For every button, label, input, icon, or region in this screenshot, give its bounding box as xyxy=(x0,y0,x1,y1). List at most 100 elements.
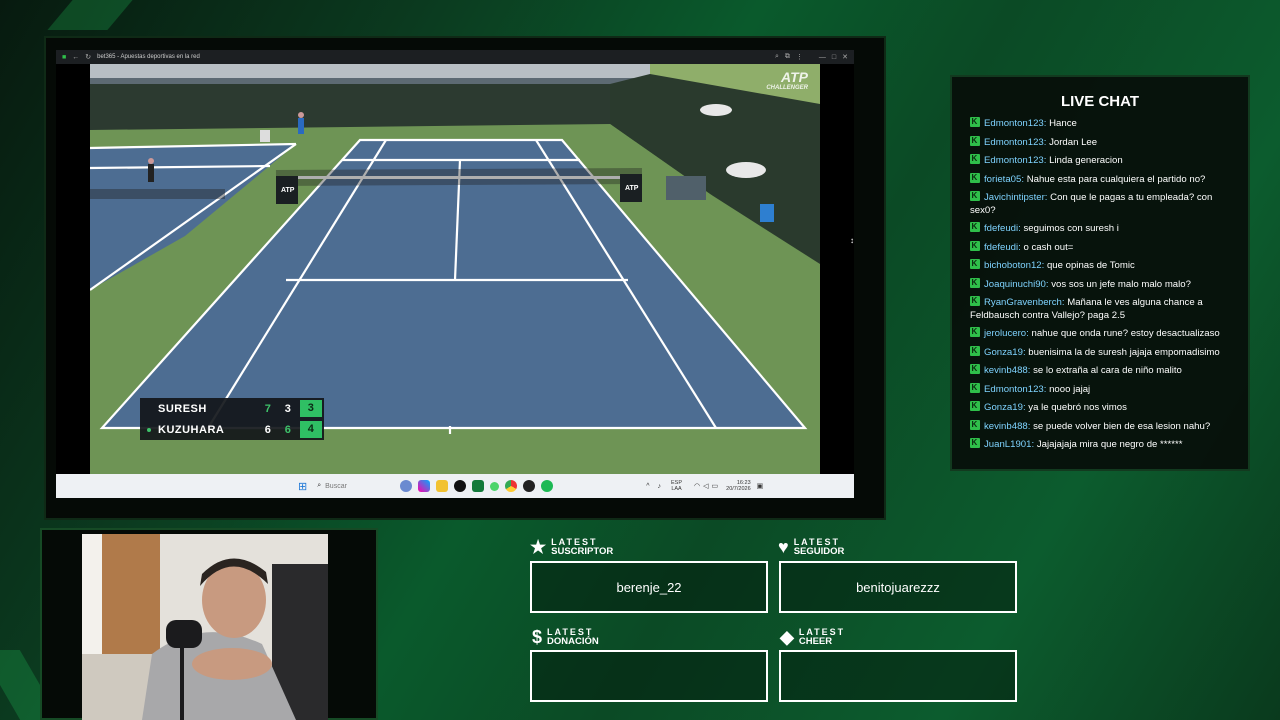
keyboard-layout: LAA xyxy=(671,486,682,492)
menu-dots-icon[interactable]: ⋮ xyxy=(796,53,803,61)
chat-username[interactable]: Gonza19 xyxy=(984,402,1023,413)
kick-badge-icon xyxy=(970,221,980,234)
kick-badge-icon xyxy=(970,400,980,413)
kick-badge-icon xyxy=(970,117,980,129)
chat-username[interactable]: kevinb488 xyxy=(984,421,1028,432)
windows-start-icon[interactable]: ⊞ xyxy=(298,480,307,493)
close-icon[interactable]: ✕ xyxy=(842,53,848,61)
extensions-icon[interactable]: ⧉ xyxy=(785,53,790,61)
current-game-score: 4 xyxy=(300,421,322,438)
notification-icon[interactable]: ▣ xyxy=(757,482,764,490)
language-indicator[interactable]: ESP LAA xyxy=(671,480,682,492)
chat-username[interactable]: jerolucero xyxy=(984,328,1026,339)
cheer-label: CHEER xyxy=(798,636,833,647)
chat-username[interactable]: Edmonton123 xyxy=(984,384,1044,395)
streamer-webcam-graphic xyxy=(82,534,328,720)
kick-badge-icon xyxy=(970,258,980,271)
serve-indicator-icon xyxy=(147,427,151,432)
copilot-icon[interactable] xyxy=(418,480,431,492)
chat-text: o cash out= xyxy=(1023,241,1074,253)
tray-chevron-icon[interactable]: ^ xyxy=(646,483,649,490)
widget-icon[interactable] xyxy=(400,480,413,492)
kick-badge-icon xyxy=(970,172,980,184)
chrome-icon[interactable] xyxy=(505,480,518,492)
chat-message: Edmonton123: nooo jajaj xyxy=(970,382,1230,397)
set-score: 7 xyxy=(264,402,272,415)
whatsapp-icon[interactable] xyxy=(490,481,500,491)
chat-message: jerolucero: nahue que onda rune? estoy d… xyxy=(970,326,1230,341)
chat-message-list[interactable]: Edmonton123: Hance Edmonton123: Jordan Le… xyxy=(970,117,1230,457)
kick-badge-icon xyxy=(970,326,980,339)
chat-username[interactable]: fdefeudi xyxy=(984,223,1018,234)
clock[interactable]: 16:23 20/7/2026 xyxy=(726,480,750,492)
atp-logo-text: ATP xyxy=(781,69,808,85)
net-sign-logo: ATP xyxy=(625,185,639,192)
mouse-cursor-icon: ↕ xyxy=(850,236,854,245)
follower-label: SEGUIDOR xyxy=(793,546,845,557)
kick-badge-icon xyxy=(970,277,980,289)
chat-username[interactable]: Edmonton123 xyxy=(984,155,1044,166)
chat-message: fdefeudi: o cash out= xyxy=(970,240,1230,255)
clock-date: 20/7/2026 xyxy=(726,486,751,492)
chat-username[interactable]: RyanGravenberch xyxy=(984,297,1062,308)
chat-message: Edmonton123: Linda generacion xyxy=(970,153,1230,168)
latest-cheer-header: ◆ LATEST CHEER xyxy=(780,628,845,647)
stream-area[interactable]: ATP ATP ATP CHALLENGER SURESH 7 3 3 KUZU… xyxy=(56,64,854,474)
search-icon: ⌕ xyxy=(317,482,322,489)
microphone-icon[interactable]: ♪ xyxy=(658,483,662,490)
maximize-icon[interactable]: □ xyxy=(832,54,836,61)
set-score: 3 xyxy=(284,402,292,415)
chat-text: vos sos un jefe malo malo malo? xyxy=(1051,278,1191,290)
subscriber-label: SUSCRIPTOR xyxy=(551,546,614,557)
chat-text: Jordan Lee xyxy=(1049,136,1098,148)
chat-username[interactable]: kevinb488 xyxy=(984,365,1028,376)
set-score: 6 xyxy=(284,423,292,436)
wifi-icon[interactable]: ◠ xyxy=(694,482,700,490)
reload-icon[interactable]: ↻ xyxy=(85,53,91,61)
taskbar-search-placeholder: Buscar xyxy=(325,482,347,490)
back-arrow-icon[interactable]: ← xyxy=(72,54,79,61)
chat-message: Gonza19: ya le quebró nos vimos xyxy=(970,400,1230,415)
chat-username[interactable]: Javichintipster xyxy=(984,192,1045,203)
zoom-icon[interactable]: ⌕ xyxy=(775,53,779,61)
file-explorer-icon[interactable] xyxy=(436,480,449,492)
browser-tab-title: bet365 - Apuestas deportivas en la red xyxy=(97,54,200,60)
kick-badge-icon xyxy=(970,363,980,376)
chat-text: Linda generacion xyxy=(1049,155,1123,166)
donation-label: DONACIÓN xyxy=(547,636,599,647)
minimize-icon[interactable]: — xyxy=(819,54,826,61)
background-stripe xyxy=(47,0,133,30)
obs-icon[interactable] xyxy=(523,480,536,492)
star-icon: ★ xyxy=(530,537,547,557)
chat-username[interactable]: forieta05 xyxy=(984,174,1021,185)
chat-message: kevinb488: se puede volver bien de esa l… xyxy=(970,419,1230,434)
kick-badge-icon xyxy=(970,382,980,394)
player-name: KUZUHARA xyxy=(140,424,258,436)
bet-app-icon[interactable] xyxy=(472,480,485,492)
latest-follower-box: benitojuarezzz xyxy=(779,561,1017,613)
player-name: SURESH xyxy=(158,402,207,415)
spotify-icon[interactable] xyxy=(541,480,554,492)
chat-username[interactable]: JuanL1901 xyxy=(984,439,1031,450)
latest-subscriber-header: ★ LATEST SUSCRIPTOR xyxy=(530,537,614,557)
webcam-video xyxy=(82,534,328,720)
chat-username[interactable]: bichoboton12 xyxy=(984,260,1042,271)
chat-text: seguimos con suresh i xyxy=(1023,223,1119,234)
chat-username[interactable]: fdefeudi xyxy=(984,242,1018,253)
chat-username[interactable]: Gonza19 xyxy=(984,347,1023,358)
taskbar-search[interactable]: ⌕ Buscar xyxy=(317,482,397,490)
chat-text: Jajajajaja mira que negro de ****** xyxy=(1036,439,1183,450)
volume-icon[interactable]: ◁ xyxy=(703,482,708,490)
chat-username[interactable]: Edmonton123 xyxy=(984,118,1044,129)
chat-text: se lo extraña al cara de niño malito xyxy=(1033,365,1182,376)
chat-message: Joaquinuchi90: vos sos un jefe malo malo… xyxy=(970,277,1230,292)
chat-username[interactable]: Joaquinuchi90 xyxy=(984,279,1046,290)
kick-badge-icon xyxy=(970,135,980,147)
chat-text: Nahue esta para cualquiera el partido no… xyxy=(1026,173,1206,185)
chat-text: ya le quebró nos vimos xyxy=(1028,402,1127,413)
chat-username[interactable]: Edmonton123 xyxy=(984,137,1044,148)
kick-badge-icon xyxy=(970,153,980,166)
chat-text: que opinas de Tomic xyxy=(1046,260,1135,271)
battery-icon[interactable]: ▭ xyxy=(712,482,719,490)
tiktok-icon[interactable] xyxy=(454,480,467,492)
